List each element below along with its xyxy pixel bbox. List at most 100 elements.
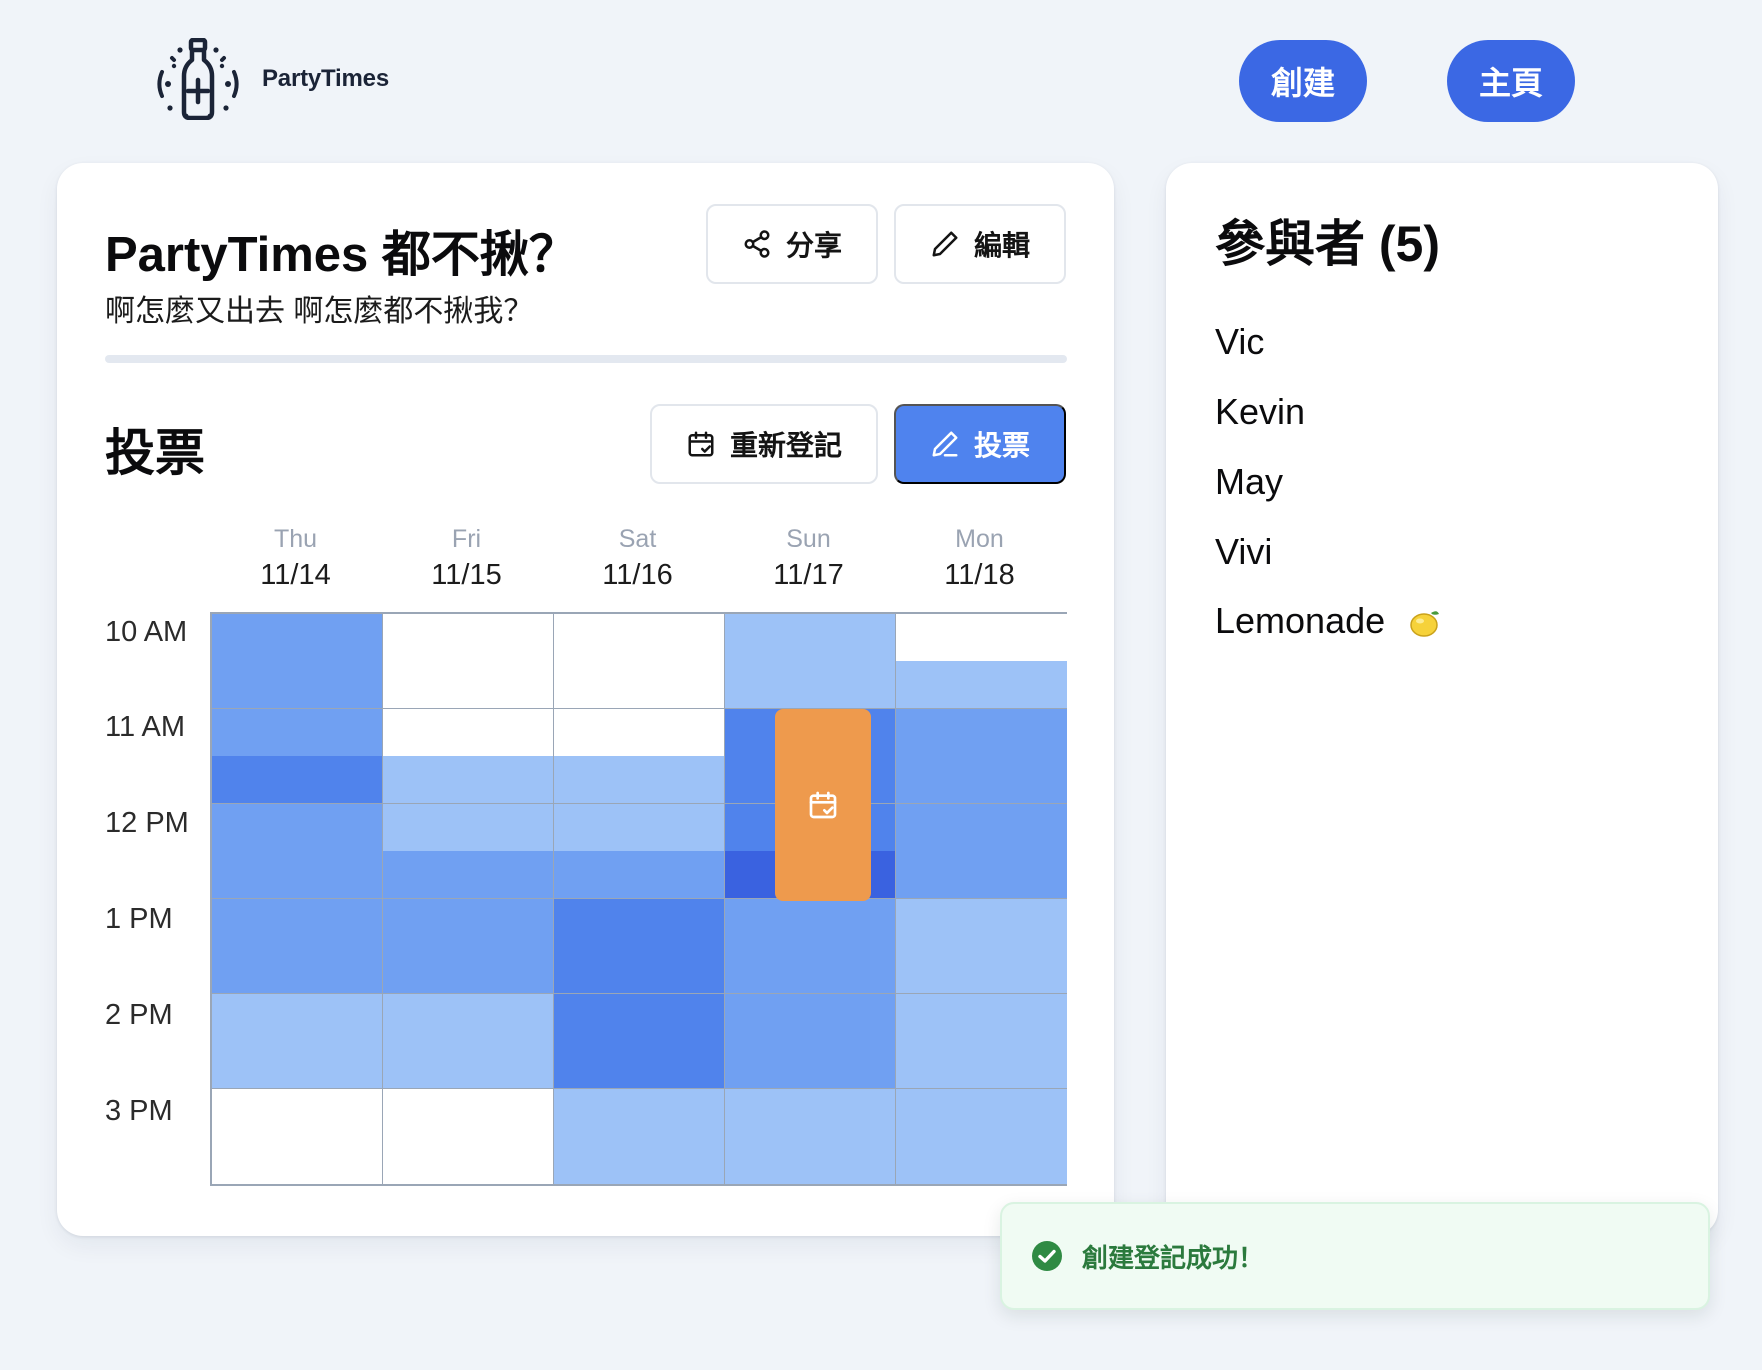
time-slot[interactable] bbox=[896, 1089, 1067, 1184]
half-hour-slot[interactable] bbox=[896, 804, 1067, 851]
half-hour-slot[interactable] bbox=[896, 709, 1067, 756]
half-hour-slot[interactable] bbox=[212, 1089, 382, 1137]
half-hour-slot[interactable] bbox=[383, 756, 553, 803]
half-hour-slot[interactable] bbox=[212, 804, 382, 851]
logo[interactable]: PartyTimes bbox=[146, 38, 389, 120]
half-hour-slot[interactable] bbox=[896, 946, 1067, 993]
time-slot[interactable] bbox=[896, 994, 1067, 1089]
half-hour-slot[interactable] bbox=[383, 614, 553, 661]
half-hour-slot[interactable] bbox=[383, 804, 553, 851]
home-button[interactable]: 主頁 bbox=[1447, 40, 1575, 122]
time-label: 3 PM bbox=[105, 1095, 173, 1127]
day-column[interactable] bbox=[383, 614, 554, 1184]
half-hour-slot[interactable] bbox=[554, 1089, 724, 1137]
half-hour-slot[interactable] bbox=[554, 1136, 724, 1184]
time-slot[interactable] bbox=[383, 614, 553, 709]
half-hour-slot[interactable] bbox=[725, 994, 895, 1041]
half-hour-slot[interactable] bbox=[554, 661, 724, 708]
time-slot[interactable] bbox=[896, 614, 1067, 709]
half-hour-slot[interactable] bbox=[725, 1041, 895, 1088]
half-hour-slot[interactable] bbox=[725, 661, 895, 708]
time-slot[interactable] bbox=[896, 709, 1067, 804]
half-hour-slot[interactable] bbox=[383, 1041, 553, 1088]
half-hour-slot[interactable] bbox=[383, 661, 553, 708]
time-slot[interactable] bbox=[725, 994, 895, 1089]
half-hour-slot[interactable] bbox=[383, 1136, 553, 1184]
time-slot[interactable] bbox=[554, 614, 724, 709]
day-column[interactable] bbox=[554, 614, 725, 1184]
half-hour-slot[interactable] bbox=[896, 1041, 1067, 1088]
time-label: 11 AM bbox=[105, 711, 186, 743]
half-hour-slot[interactable] bbox=[554, 994, 724, 1041]
half-hour-slot[interactable] bbox=[725, 946, 895, 993]
half-hour-slot[interactable] bbox=[896, 614, 1067, 661]
half-hour-slot[interactable] bbox=[383, 946, 553, 993]
time-slot[interactable] bbox=[896, 899, 1067, 994]
half-hour-slot[interactable] bbox=[383, 994, 553, 1041]
time-slot[interactable] bbox=[212, 804, 382, 899]
vote-button[interactable]: 投票 bbox=[894, 404, 1066, 484]
half-hour-slot[interactable] bbox=[212, 851, 382, 898]
time-slot[interactable] bbox=[383, 709, 553, 804]
half-hour-slot[interactable] bbox=[896, 1136, 1067, 1184]
availability-grid[interactable] bbox=[210, 612, 1067, 1186]
half-hour-slot[interactable] bbox=[212, 661, 382, 708]
half-hour-slot[interactable] bbox=[725, 614, 895, 661]
half-hour-slot[interactable] bbox=[212, 1041, 382, 1088]
time-slot[interactable] bbox=[212, 994, 382, 1089]
time-slot[interactable] bbox=[383, 804, 553, 899]
half-hour-slot[interactable] bbox=[212, 899, 382, 946]
half-hour-slot[interactable] bbox=[212, 614, 382, 661]
half-hour-slot[interactable] bbox=[554, 851, 724, 898]
time-slot[interactable] bbox=[554, 709, 724, 804]
half-hour-slot[interactable] bbox=[383, 1089, 553, 1137]
time-label: 12 PM bbox=[105, 807, 189, 839]
time-slot[interactable] bbox=[383, 899, 553, 994]
half-hour-slot[interactable] bbox=[896, 899, 1067, 946]
half-hour-slot[interactable] bbox=[554, 899, 724, 946]
half-hour-slot[interactable] bbox=[896, 851, 1067, 898]
time-slot[interactable] bbox=[212, 899, 382, 994]
edit-button[interactable]: 編輯 bbox=[894, 204, 1066, 284]
time-slot[interactable] bbox=[212, 1089, 382, 1184]
half-hour-slot[interactable] bbox=[896, 994, 1067, 1041]
half-hour-slot[interactable] bbox=[212, 946, 382, 993]
half-hour-slot[interactable] bbox=[554, 804, 724, 851]
half-hour-slot[interactable] bbox=[554, 1041, 724, 1088]
day-column[interactable] bbox=[896, 614, 1067, 1184]
half-hour-slot[interactable] bbox=[212, 756, 382, 803]
time-slot[interactable] bbox=[725, 899, 895, 994]
half-hour-slot[interactable] bbox=[725, 899, 895, 946]
half-hour-slot[interactable] bbox=[725, 1136, 895, 1184]
time-slot[interactable] bbox=[554, 1089, 724, 1184]
time-slot[interactable] bbox=[383, 1089, 553, 1184]
half-hour-slot[interactable] bbox=[554, 756, 724, 803]
time-slot[interactable] bbox=[554, 899, 724, 994]
reregister-button[interactable]: 重新登記 bbox=[650, 404, 878, 484]
half-hour-slot[interactable] bbox=[725, 1089, 895, 1137]
half-hour-slot[interactable] bbox=[896, 661, 1067, 708]
half-hour-slot[interactable] bbox=[383, 899, 553, 946]
half-hour-slot[interactable] bbox=[554, 614, 724, 661]
half-hour-slot[interactable] bbox=[896, 1089, 1067, 1137]
half-hour-slot[interactable] bbox=[212, 994, 382, 1041]
half-hour-slot[interactable] bbox=[896, 756, 1067, 803]
half-hour-slot[interactable] bbox=[554, 946, 724, 993]
time-slot[interactable] bbox=[725, 1089, 895, 1184]
time-slot[interactable] bbox=[725, 614, 895, 709]
share-button[interactable]: 分享 bbox=[706, 204, 878, 284]
half-hour-slot[interactable] bbox=[383, 851, 553, 898]
time-slot[interactable] bbox=[896, 804, 1067, 899]
time-slot[interactable] bbox=[383, 994, 553, 1089]
half-hour-slot[interactable] bbox=[554, 709, 724, 756]
selected-slot[interactable] bbox=[775, 709, 871, 901]
time-slot[interactable] bbox=[212, 709, 382, 804]
day-column[interactable] bbox=[212, 614, 383, 1184]
time-slot[interactable] bbox=[554, 804, 724, 899]
half-hour-slot[interactable] bbox=[212, 1136, 382, 1184]
half-hour-slot[interactable] bbox=[383, 709, 553, 756]
time-slot[interactable] bbox=[212, 614, 382, 709]
half-hour-slot[interactable] bbox=[212, 709, 382, 756]
create-button[interactable]: 創建 bbox=[1239, 40, 1367, 122]
time-slot[interactable] bbox=[554, 994, 724, 1089]
